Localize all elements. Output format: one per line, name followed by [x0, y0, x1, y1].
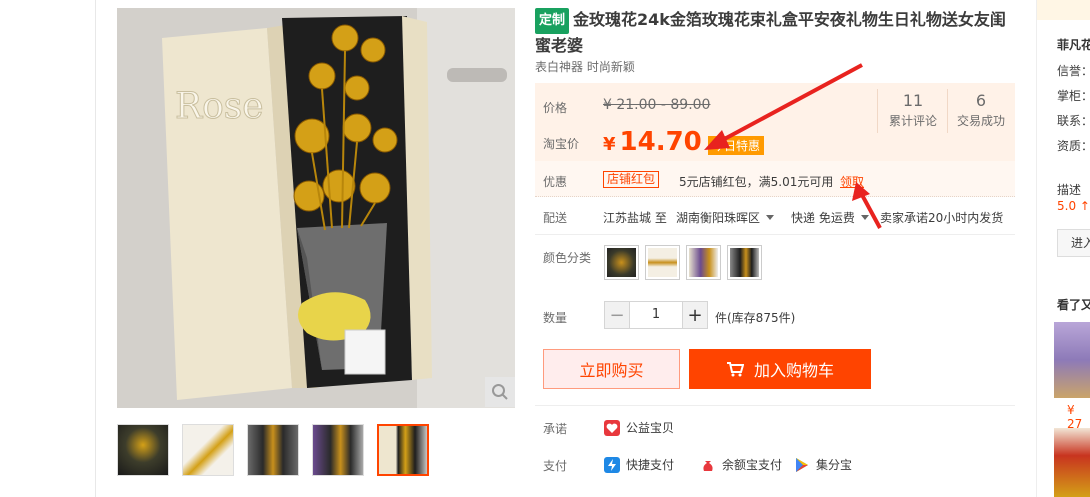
quantity-stepper: − 1 +: [604, 301, 708, 329]
color-option-1[interactable]: [604, 245, 639, 280]
quantity-minus-button[interactable]: −: [604, 301, 630, 329]
promo-price-label: 淘宝价: [543, 137, 580, 151]
currency-symbol: ¥: [603, 134, 616, 155]
thumbnail-1[interactable]: [117, 424, 169, 476]
ship-to-text: 湖南衡阳珠晖区: [676, 211, 761, 225]
color-option-4[interactable]: [727, 245, 762, 280]
chevron-down-icon: [766, 215, 775, 220]
shop-sidebar: 菲凡花 信誉： 掌柜： 联系： 资质： 描述 5.0 ↑ 进入 看了又 ¥ 27: [1036, 0, 1090, 497]
shop-contact: 联系：: [1057, 114, 1090, 128]
promo-badge: 今日特惠: [708, 136, 765, 155]
ship-promise: 卖家承诺20小时内发货: [880, 211, 1004, 225]
also-viewed-image-1[interactable]: [1054, 322, 1090, 398]
also-viewed-price: ¥ 27: [1067, 403, 1083, 431]
quantity-label: 数量: [543, 311, 568, 325]
also-viewed-image-2[interactable]: [1054, 428, 1090, 497]
color-label: 颜色分类: [543, 251, 592, 265]
main-product-image[interactable]: Rose: [117, 8, 515, 408]
reviews-count: 11: [902, 91, 924, 110]
coupon-label: 优惠: [543, 175, 568, 189]
color-swatches: [604, 245, 762, 280]
sales-stat: 6 交易成功: [947, 91, 1015, 129]
shop-owner: 掌柜：: [1057, 89, 1090, 103]
also-viewed-title: 看了又: [1057, 298, 1090, 312]
payment-yuebao-text: 余额宝支付: [722, 458, 783, 472]
original-price: ¥ 21.00 - 89.00: [603, 97, 711, 113]
gift-box-illustration: Rose: [117, 8, 515, 408]
shop-credit: 信誉：: [1057, 64, 1090, 78]
color-option-2[interactable]: [645, 245, 680, 280]
title-block: 定制 金玫瑰花24k金箔玫瑰花束礼盒平安夜礼物生日礼物送女友闺蜜老婆: [535, 8, 1015, 58]
payment-quick[interactable]: 快捷支付: [604, 456, 674, 473]
payment-jifenbao-text: 集分宝: [816, 458, 853, 472]
chevron-down-icon: [860, 215, 869, 220]
quantity-plus-button[interactable]: +: [682, 301, 708, 329]
charity-text: 公益宝贝: [626, 421, 675, 435]
ship-to-dropdown[interactable]: 湖南衡阳珠晖区: [676, 209, 775, 226]
color-option-3[interactable]: [686, 245, 721, 280]
price-label: 价格: [543, 101, 568, 115]
heart-icon: [604, 419, 620, 436]
add-to-cart-button[interactable]: 加入购物车: [689, 349, 871, 389]
thumbnail-5-selected[interactable]: [377, 424, 429, 476]
product-title-text: 金玫瑰花24k金箔玫瑰花束礼盒平安夜礼物生日礼物送女友闺蜜老婆: [535, 10, 1006, 55]
product-subtitle: 表白神器 时尚新颖: [535, 60, 635, 74]
box-rose-text: Rose: [175, 86, 264, 127]
ship-method-dropdown[interactable]: 快递 免运费: [791, 209, 869, 226]
ship-method-text: 快递 免运费: [791, 211, 855, 225]
left-divider: [95, 0, 96, 497]
desc-score: 5.0 ↑: [1057, 199, 1090, 213]
add-to-cart-label: 加入购物车: [753, 361, 834, 380]
payment-yuebao[interactable]: 余额宝支付: [700, 456, 782, 473]
sales-label: 交易成功: [956, 114, 1005, 128]
desc-label: 描述: [1057, 183, 1082, 197]
ship-from: 江苏盐城 至: [603, 211, 667, 225]
product-title: 定制 金玫瑰花24k金箔玫瑰花束礼盒平安夜礼物生日礼物送女友闺蜜老婆: [535, 8, 1015, 58]
shipping-row: 配送 江苏盐城 至 湖南衡阳珠晖区 快递 免运费 卖家承诺20小时内发货: [535, 197, 1015, 235]
coupon-text: 5元店铺红包，满5.01元可用: [679, 175, 834, 189]
money-bag-icon: [700, 456, 716, 473]
shop-header-strip: [1037, 0, 1090, 20]
zoom-button[interactable]: [485, 377, 515, 407]
sales-count: 6: [975, 91, 987, 110]
shop-coupon-tag: 店铺红包: [603, 171, 660, 188]
charity-item[interactable]: 公益宝贝: [604, 419, 674, 436]
reviews-stat[interactable]: 11 累计评论: [879, 91, 947, 129]
section-divider: [535, 405, 1015, 406]
quick-pay-icon: [604, 456, 620, 473]
buy-now-button[interactable]: 立即购买: [543, 349, 680, 389]
custom-tag: 定制: [535, 8, 570, 34]
price-panel: 价格 ¥ 21.00 - 89.00 淘宝价 ¥14.70 今日特惠 11 累计…: [535, 83, 1015, 161]
thumbnail-3[interactable]: [247, 424, 299, 476]
payment-quick-text: 快捷支付: [626, 458, 675, 472]
payment-jifenbao[interactable]: 集分宝: [794, 456, 852, 473]
quantity-input[interactable]: 1: [630, 301, 682, 329]
thumbnail-4[interactable]: [312, 424, 364, 476]
payment-label: 支付: [543, 459, 568, 473]
play-store-icon: [794, 456, 810, 473]
product-page: Rose 定制 金玫瑰花24k金箔玫瑰花束礼盒平安夜礼物生日礼物送女友闺蜜老婆 …: [0, 0, 1090, 497]
reviews-label: 累计评论: [888, 114, 937, 128]
shop-qualification: 资质：: [1057, 139, 1090, 153]
stock-text: 件(库存875件): [715, 311, 796, 325]
enter-shop-button[interactable]: 进入: [1057, 229, 1090, 257]
magnifier-icon: [492, 384, 508, 400]
shop-name[interactable]: 菲凡花: [1057, 36, 1090, 53]
cart-icon: [726, 362, 744, 377]
stat-divider: [877, 89, 878, 133]
promo-price: ¥14.70: [603, 127, 702, 157]
thumbnail-2[interactable]: [182, 424, 234, 476]
coupon-row: 优惠 店铺红包 5元店铺红包，满5.01元可用 领取: [535, 161, 1015, 197]
get-coupon-link[interactable]: 领取: [840, 173, 864, 190]
promo-price-amount: 14.70: [619, 127, 702, 157]
promise-label: 承诺: [543, 422, 568, 436]
thumbnail-strip: [117, 424, 429, 476]
shipping-label: 配送: [543, 211, 568, 225]
